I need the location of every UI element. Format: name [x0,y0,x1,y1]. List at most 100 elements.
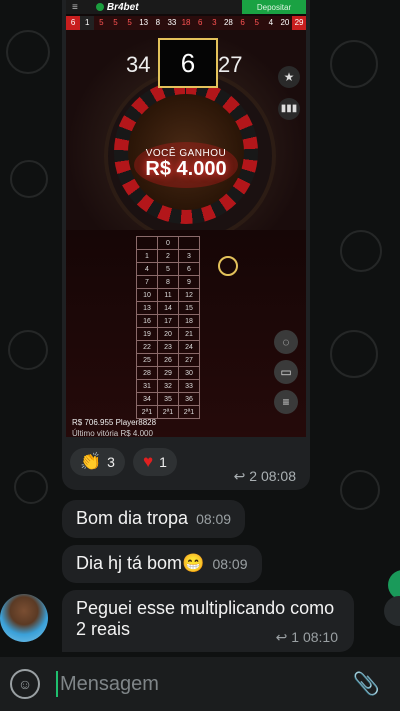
avatar[interactable] [0,594,48,642]
board-cell: 28 [136,366,158,380]
message-bubble[interactable]: Peguei esse multiplicando como 2 reais ↩… [62,590,354,652]
history-item: 18 [181,18,191,27]
reaction-clap[interactable]: 👏 3 [70,448,125,476]
message-time: ↩ 1 08:10 [275,629,338,645]
board-cell: 12 [178,288,200,302]
message-input[interactable] [58,671,353,697]
reaction-heart[interactable]: ♥ 1 [132,448,177,476]
reaction-count: 1 [159,454,167,470]
media-message[interactable]: ≡ Br4bet Depositar 6 1 5 5 5 13 8 33 18 … [62,0,310,490]
history-item: 8 [155,18,161,27]
board-row: 10 11 12 [136,288,200,302]
board-cell: 7 [136,275,158,289]
brand-logo: Br4bet [95,2,139,13]
board-cell [136,236,158,250]
winning-number: 6 [158,38,218,88]
board-row: 789 [136,275,200,289]
board-cell: 15 [178,301,200,315]
stats-icon: ▮▮▮ [278,98,300,120]
board-row: 19 20 21 [136,327,200,341]
board-row: 0 [136,236,200,250]
board-row: 31 32 33 [136,379,200,393]
previous-number: 34 [126,52,151,77]
board-cell: 32 [157,379,179,393]
board-cell: 4 [136,262,158,276]
history-item: 5 [99,18,104,27]
board-cell: 35 [157,392,179,406]
balance-line: R$ 706.955 Player8828 [72,418,157,427]
board-cell [178,236,200,250]
board-row: 25 26 27 [136,353,200,367]
board-cell: 24 [178,340,200,354]
board-cell: 29 [157,366,179,380]
chat-icon: ◌ [274,330,298,354]
board-cell: 9 [178,275,200,289]
board-row: 13 14 15 [136,301,200,315]
star-icon: ★ [278,66,300,88]
message-text: Dia hj tá bom😁 [76,553,205,573]
message-bubble[interactable]: Bom dia tropa 08:09 [62,500,246,538]
board-cell: 2ª1 [157,405,179,419]
board-cell: 2 [157,249,179,263]
clap-icon: 👏 [80,452,102,471]
board-cell: 14 [157,301,179,315]
heart-icon: ♥ [142,452,154,471]
board-cell: 3 [178,249,200,263]
board-cell: 33 [178,379,200,393]
doodle-decoration [6,30,50,74]
history-item: 29 [292,16,306,30]
doodle-decoration [330,40,378,88]
last-win-line: Último vitória R$ 4.000 [72,429,153,437]
history-item: 6 [66,16,81,30]
paperclip-icon[interactable]: 📎 [353,671,380,697]
history-item: 6 [197,18,203,27]
board-cell: 0 [157,236,179,250]
board-cell: 31 [136,379,158,393]
board-cell: 25 [136,353,158,367]
board-cell: 16 [136,314,158,328]
board-cell: 26 [157,353,179,367]
result-history: 6 1 5 5 5 13 8 33 18 6 3 28 6 5 4 20 29 [66,16,306,30]
doodle-decoration [14,470,48,504]
video-icon: ▭ [274,360,298,384]
board-cell: 22 [136,340,158,354]
history-item: 6 [240,18,245,27]
history-item: 5 [113,18,118,27]
deposit-button: Depositar [242,0,306,14]
menu-icon: ≡ [72,1,78,13]
board-cell: 2ª1 [136,405,158,419]
doodle-decoration [340,470,380,510]
board-cell: 36 [178,392,200,406]
win-amount: R$ 4.000 [145,158,227,180]
board-row: 2ª1 2ª1 2ª1 [136,405,200,419]
board-cell: 34 [136,392,158,406]
history-item: 20 [280,18,290,27]
history-item: 33 [167,18,177,27]
history-item: 13 [139,18,149,27]
message-input-bar: ☺ 📎 [0,657,400,711]
board-row: 22 23 24 [136,340,200,354]
board-row: 28 29 30 [136,366,200,380]
board-row: 456 [136,262,200,276]
message-time: 08:09 [212,556,248,572]
doodle-decoration [340,230,382,272]
board-cell: 2ª1 [178,405,200,419]
message-bubble[interactable]: Dia hj tá bom😁 08:09 [62,545,262,583]
roulette-screenshot[interactable]: ≡ Br4bet Depositar 6 1 5 5 5 13 8 33 18 … [66,0,306,437]
emoji-icon[interactable]: ☺ [10,669,40,699]
history-item: 3 [212,18,217,27]
board-row: 34 35 36 [136,392,200,406]
doodle-decoration [330,330,378,378]
board-cell: 5 [157,262,179,276]
board-cell: 21 [178,327,200,341]
board-cell: 23 [157,340,179,354]
history-item: 5 [254,18,259,27]
message-time: 08:09 [196,511,232,527]
history-item: 1 [80,16,95,30]
board-cell: 13 [136,301,158,315]
message-text: Bom dia tropa [76,508,189,528]
board-cell: 30 [178,366,200,380]
next-number: 27 [218,52,243,77]
history-item: 4 [268,18,274,27]
board-cell: 20 [157,327,179,341]
